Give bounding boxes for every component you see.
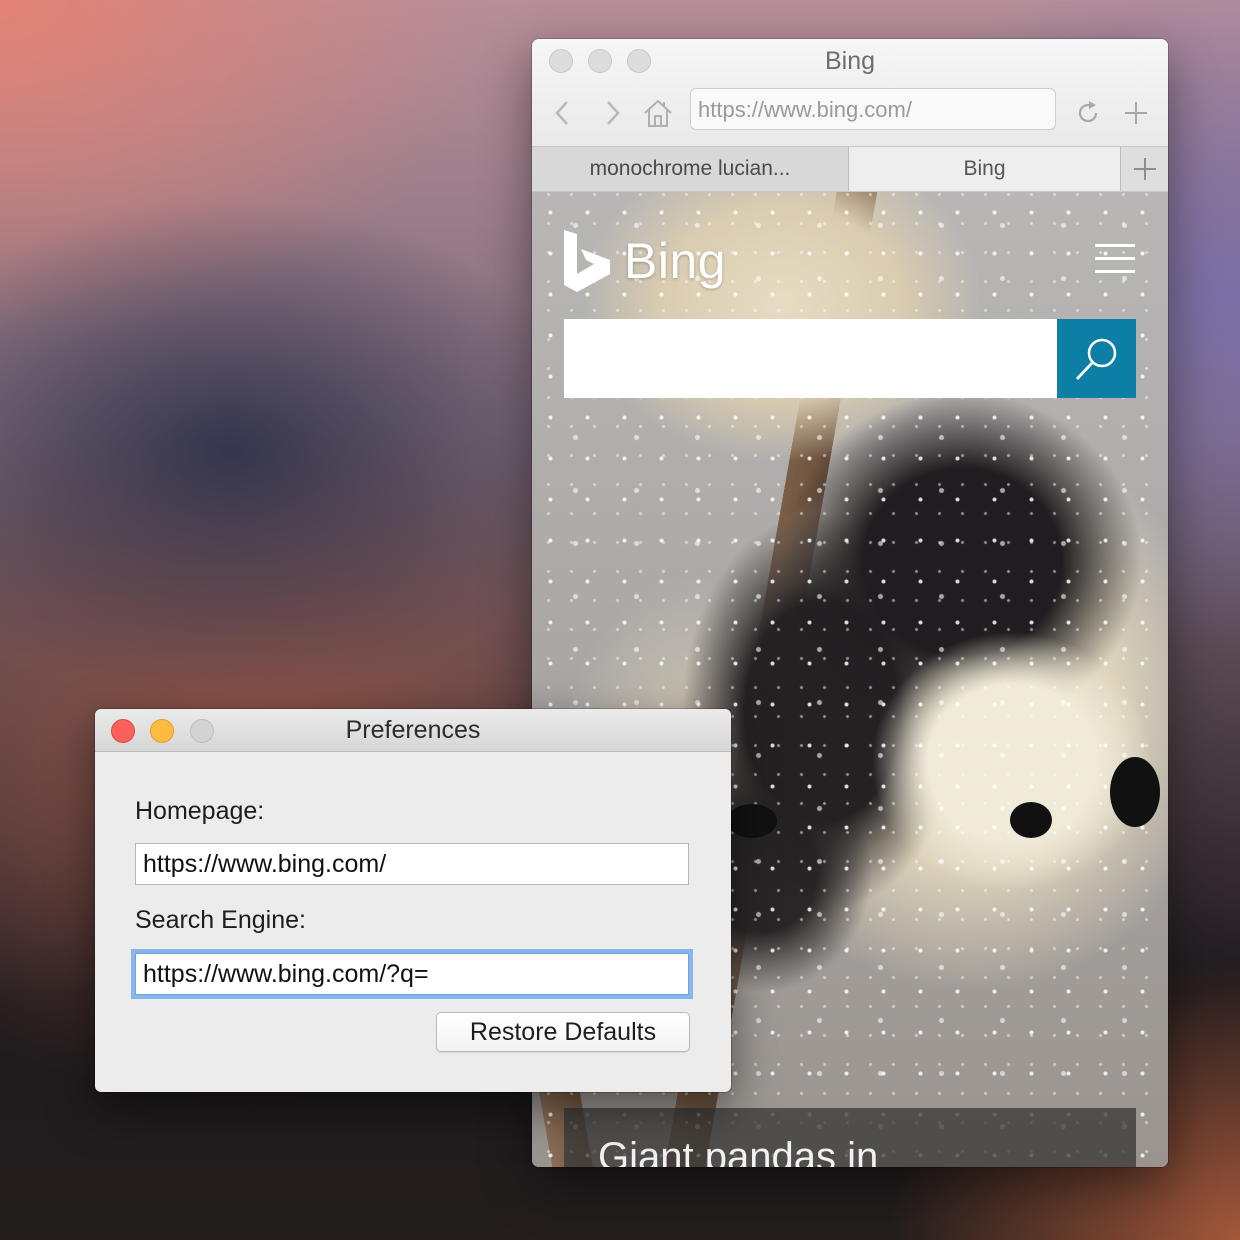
window-title: Bing xyxy=(824,47,876,75)
chevron-left-icon xyxy=(555,101,568,125)
browser-titlebar: Bing https://www.bing.com/ xyxy=(532,39,1168,146)
chevron-right-icon xyxy=(607,101,620,125)
back-button[interactable] xyxy=(544,95,580,131)
search-input[interactable] xyxy=(564,319,1057,398)
add-tab-button[interactable] xyxy=(1121,147,1168,191)
reload-icon xyxy=(1078,101,1098,123)
search-engine-label: Search Engine: xyxy=(135,906,306,934)
search-button[interactable] xyxy=(1057,319,1136,398)
homepage-label: Homepage: xyxy=(135,797,265,825)
plus-icon xyxy=(1133,158,1156,180)
plus-icon xyxy=(1125,102,1147,124)
tab-bar: monochrome lucian... Bing xyxy=(532,146,1168,192)
home-icon xyxy=(644,99,672,127)
bing-logo-icon xyxy=(564,230,610,292)
caption-text: Giant pandas in xyxy=(598,1135,879,1167)
tab-bing[interactable]: Bing xyxy=(849,147,1121,191)
preferences-title: Preferences xyxy=(345,716,481,744)
new-tab-button[interactable] xyxy=(1118,95,1154,131)
tab-monochrome[interactable]: monochrome lucian... xyxy=(532,147,849,191)
reload-button[interactable] xyxy=(1070,95,1106,131)
search-icon xyxy=(1075,338,1116,380)
homepage-field[interactable] xyxy=(135,843,689,885)
home-button[interactable] xyxy=(640,95,676,131)
forward-button[interactable] xyxy=(595,95,631,131)
bing-wordmark: Bing xyxy=(624,233,727,289)
menu-icon[interactable] xyxy=(1095,244,1137,274)
panda-ear xyxy=(1110,757,1160,827)
preferences-window: Preferences Homepage: Search Engine: Res… xyxy=(95,709,731,1092)
restore-defaults-button[interactable]: Restore Defaults xyxy=(436,1012,690,1052)
preferences-titlebar: Preferences xyxy=(95,709,731,752)
panda-eye xyxy=(1010,802,1052,838)
image-caption[interactable]: Giant pandas in xyxy=(564,1108,1136,1167)
panda-eye xyxy=(727,804,777,838)
search-engine-field[interactable] xyxy=(135,953,689,995)
address-bar[interactable]: https://www.bing.com/ xyxy=(690,88,1056,130)
bing-logo[interactable]: Bing xyxy=(564,230,726,292)
